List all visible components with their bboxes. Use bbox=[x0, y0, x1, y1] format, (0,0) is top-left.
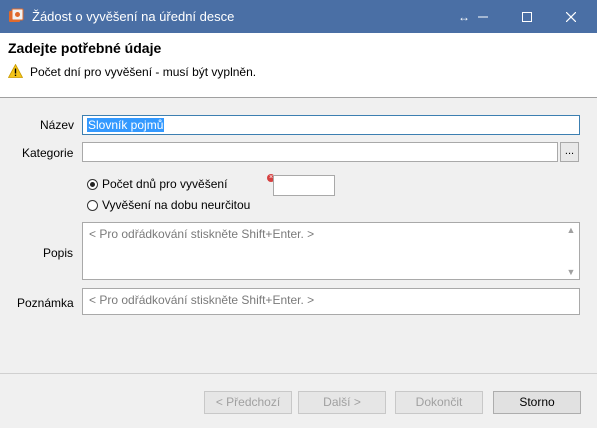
minimize-icon bbox=[478, 16, 488, 17]
previous-button[interactable]: < Předchozí bbox=[204, 391, 292, 414]
category-browse-button[interactable]: ... bbox=[560, 142, 579, 162]
close-icon bbox=[566, 11, 576, 22]
note-textarea[interactable]: < Pro odřádkování stiskněte Shift+Enter.… bbox=[82, 288, 580, 315]
note-placeholder: < Pro odřádkování stiskněte Shift+Enter.… bbox=[89, 293, 315, 307]
form-panel: Název Slovník pojmů Kategorie ... Počet … bbox=[0, 98, 597, 428]
radio-indefinite-label: Vyvěšení na dobu neurčitou bbox=[102, 198, 251, 212]
name-label: Název bbox=[40, 118, 75, 132]
cancel-button[interactable]: Storno bbox=[493, 391, 581, 414]
days-count-input[interactable] bbox=[273, 175, 335, 196]
radio-selected-dot bbox=[90, 181, 95, 187]
title-bar: Žádost o vyvěšení na úřední desce ↔ bbox=[0, 0, 597, 33]
name-value: Slovník pojmů bbox=[87, 118, 165, 132]
maximize-button[interactable] bbox=[505, 0, 549, 33]
note-label: Poznámka bbox=[17, 296, 74, 310]
scroll-down-icon[interactable]: ▼ bbox=[567, 267, 576, 277]
description-label: Popis bbox=[43, 246, 74, 260]
radio-days-label: Počet dnů pro vyvěšení bbox=[102, 177, 228, 191]
radio-indefinite[interactable]: Vyvěšení na dobu neurčitou bbox=[87, 198, 250, 212]
wizard-window: Žádost o vyvěšení na úřední desce ↔ Zade… bbox=[0, 0, 597, 428]
warning-icon bbox=[8, 64, 23, 78]
finish-button[interactable]: Dokončit bbox=[395, 391, 483, 414]
description-placeholder: < Pro odřádkování stiskněte Shift+Enter.… bbox=[89, 227, 315, 241]
next-button[interactable]: Další > bbox=[298, 391, 386, 414]
description-scrollbar[interactable]: ▲ ▼ bbox=[565, 225, 577, 277]
category-label: Kategorie bbox=[22, 146, 74, 160]
wizard-header: Zadejte potřebné údaje Počet dní pro vyv… bbox=[0, 33, 597, 97]
minimize-button[interactable] bbox=[461, 0, 505, 33]
page-title: Zadejte potřebné údaje bbox=[8, 40, 162, 56]
radio-indefinite-control[interactable] bbox=[87, 199, 98, 211]
maximize-icon bbox=[522, 11, 532, 22]
window-title: Žádost o vyvěšení na úřední desce bbox=[32, 9, 235, 24]
radio-days[interactable]: Počet dnů pro vyvěšení bbox=[87, 177, 227, 191]
name-input[interactable]: Slovník pojmů bbox=[82, 115, 580, 135]
validation-warning: Počet dní pro vyvěšení - musí být vyplně… bbox=[30, 65, 257, 79]
close-button[interactable] bbox=[549, 0, 593, 33]
radio-days-control[interactable] bbox=[87, 178, 98, 190]
description-textarea[interactable]: < Pro odřádkování stiskněte Shift+Enter.… bbox=[82, 222, 580, 280]
footer-divider bbox=[0, 373, 597, 374]
category-input[interactable] bbox=[82, 142, 558, 162]
app-icon bbox=[9, 8, 24, 22]
scroll-up-icon[interactable]: ▲ bbox=[567, 225, 576, 235]
